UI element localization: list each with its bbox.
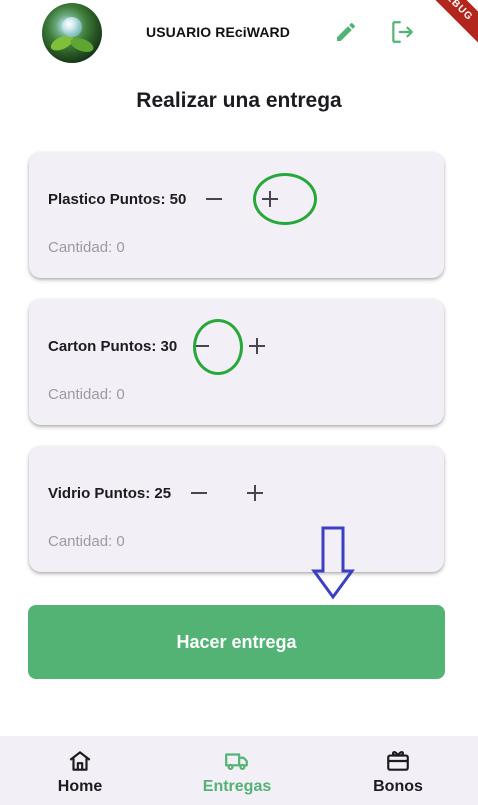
logout-button[interactable]	[387, 17, 417, 47]
nav-label: Bonos	[373, 778, 423, 795]
bottom-nav: Home Entregas Bonos	[0, 736, 478, 805]
plus-icon	[249, 338, 266, 354]
material-card-plastico: Plastico Puntos: 50 Cantidad: 0	[29, 152, 444, 278]
material-card-carton: Carton Puntos: 30 Cantidad: 0	[29, 299, 444, 425]
avatar[interactable]	[42, 3, 102, 63]
app-header: USUARIO REciWARD DEBUG	[0, 0, 478, 70]
decrement-button[interactable]	[198, 183, 230, 215]
nav-label: Home	[57, 778, 103, 795]
logout-icon	[392, 21, 413, 43]
pencil-icon	[337, 22, 356, 41]
avatar-leaf	[68, 35, 96, 55]
page-title: Realizar una entrega	[136, 89, 342, 112]
material-row: Carton Puntos: 30	[48, 331, 273, 361]
truck-icon	[225, 753, 248, 770]
material-label: Carton Puntos: 30	[48, 337, 178, 355]
minus-icon	[206, 198, 223, 200]
down-arrow-icon	[311, 526, 355, 600]
nav-item-bonos[interactable]: Bonos	[318, 736, 478, 805]
plus-icon	[262, 191, 279, 207]
plus-icon	[247, 485, 264, 501]
material-row: Vidrio Puntos: 25	[48, 478, 271, 508]
nav-item-entregas[interactable]: Entregas	[157, 736, 317, 805]
material-row: Plastico Puntos: 50	[48, 184, 286, 214]
submit-delivery-button[interactable]: Hacer entrega	[28, 605, 445, 679]
username: USUARIO REciWARD	[146, 24, 290, 40]
nav-label: Entregas	[202, 778, 272, 795]
minus-icon	[191, 492, 208, 494]
debug-banner: DEBUG	[412, 0, 478, 49]
decrement-button[interactable]	[185, 330, 217, 362]
quantity-label: Cantidad: 0	[48, 386, 125, 403]
nav-item-home[interactable]: Home	[0, 736, 160, 805]
home-icon	[69, 751, 91, 771]
minus-icon	[193, 345, 210, 347]
decrement-button[interactable]	[183, 477, 215, 509]
gift-card-icon	[387, 751, 409, 771]
quantity-label: Cantidad: 0	[48, 533, 125, 550]
edit-profile-button[interactable]	[331, 17, 361, 47]
material-label: Vidrio Puntos: 25	[48, 484, 172, 502]
material-label: Plastico Puntos: 50	[48, 190, 187, 208]
increment-button[interactable]	[241, 330, 273, 362]
quantity-label: Cantidad: 0	[48, 239, 125, 256]
material-card-vidrio: Vidrio Puntos: 25 Cantidad: 0	[29, 446, 444, 572]
increment-button[interactable]	[239, 477, 271, 509]
increment-button[interactable]	[254, 183, 286, 215]
avatar-orb	[62, 17, 82, 37]
